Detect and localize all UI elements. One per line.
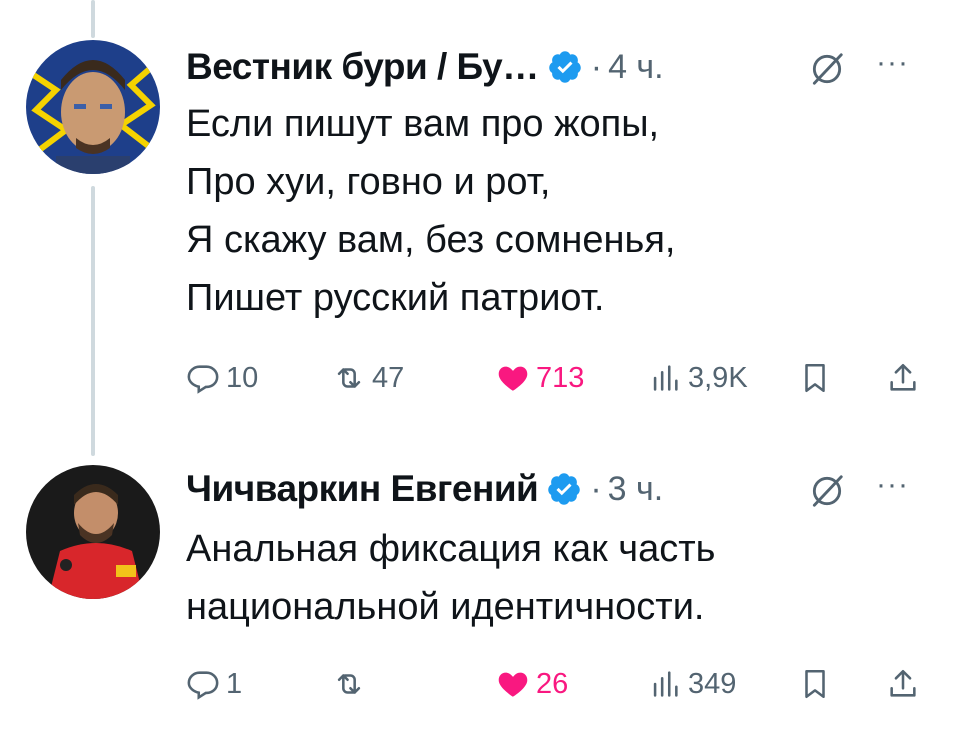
reply-button[interactable]: 1 — [186, 664, 242, 704]
heart-icon — [498, 366, 528, 391]
like-count: 713 — [536, 361, 585, 394]
tweet-line: Анальная фиксация как часть — [186, 528, 716, 570]
verified-badge-icon — [548, 51, 581, 83]
tweet-line: Если пишут вам про жопы, — [186, 103, 660, 145]
action-bar: 10 47 713 3,9K — [186, 358, 926, 398]
avatar[interactable] — [26, 40, 160, 174]
more-options-icon[interactable]: ··· — [876, 468, 909, 502]
grok-icon[interactable] — [808, 50, 846, 88]
tweet-header: Вестник бури / Бу… · 4 ч. — [186, 42, 664, 92]
repost-button[interactable] — [332, 664, 372, 704]
tweet-text: Анальная фиксация как часть национальной… — [186, 520, 715, 636]
tweet-text: Если пишут вам про жопы, Про хуи, говно … — [186, 95, 675, 327]
tweet-line: Я скажу вам, без сомненья, — [186, 219, 676, 261]
grok-icon[interactable] — [808, 472, 846, 510]
views-button[interactable]: 349 — [648, 664, 736, 704]
like-count: 26 — [536, 667, 569, 700]
views-icon — [653, 671, 678, 697]
reply-count: 10 — [226, 361, 259, 394]
heart-icon — [498, 672, 528, 697]
tweet-line: Про хуи, говно и рот, — [186, 161, 551, 203]
views-icon — [653, 365, 678, 391]
bookmark-button[interactable] — [798, 358, 832, 398]
bookmark-button[interactable] — [798, 664, 832, 704]
tweet-header: Чичваркин Евгений · 3 ч. — [186, 464, 663, 514]
like-button[interactable]: 713 — [496, 358, 584, 398]
repost-icon — [337, 674, 361, 694]
author-name[interactable]: Вестник бури / Бу… — [186, 46, 539, 88]
action-bar: 1 26 349 — [186, 664, 926, 704]
views-count: 3,9K — [688, 361, 748, 394]
separator-dot: · — [590, 47, 603, 86]
reply-button[interactable]: 10 — [186, 358, 258, 398]
bookmark-icon — [805, 669, 825, 699]
reply-count: 1 — [226, 667, 243, 700]
tweet[interactable]: Вестник бури / Бу… · 4 ч. ··· Если пишут… — [0, 0, 960, 440]
timestamp[interactable]: 3 ч. — [608, 470, 664, 509]
like-button[interactable]: 26 — [496, 664, 568, 704]
timestamp[interactable]: 4 ч. — [608, 48, 664, 87]
more-options-icon[interactable]: ··· — [876, 46, 909, 80]
verified-badge-icon — [548, 473, 581, 505]
reply-icon — [187, 365, 219, 394]
bookmark-icon — [805, 363, 825, 393]
share-icon — [890, 363, 916, 391]
share-icon — [890, 669, 916, 697]
share-button[interactable] — [886, 358, 920, 398]
tweet-line: национальной идентичности. — [186, 586, 705, 628]
share-button[interactable] — [886, 664, 920, 704]
tweet[interactable]: Чичваркин Евгений · 3 ч. ··· Анальная фи… — [0, 440, 960, 741]
repost-count: 47 — [372, 361, 405, 394]
avatar[interactable] — [26, 465, 160, 599]
repost-button[interactable]: 47 — [332, 358, 404, 398]
author-name[interactable]: Чичваркин Евгений — [186, 468, 539, 510]
separator-dot: · — [590, 469, 602, 508]
views-count: 349 — [688, 667, 737, 700]
tweet-line: Пишет русский патриот. — [186, 277, 605, 319]
reply-icon — [187, 671, 219, 700]
views-button[interactable]: 3,9K — [648, 358, 748, 398]
repost-icon — [337, 368, 361, 388]
